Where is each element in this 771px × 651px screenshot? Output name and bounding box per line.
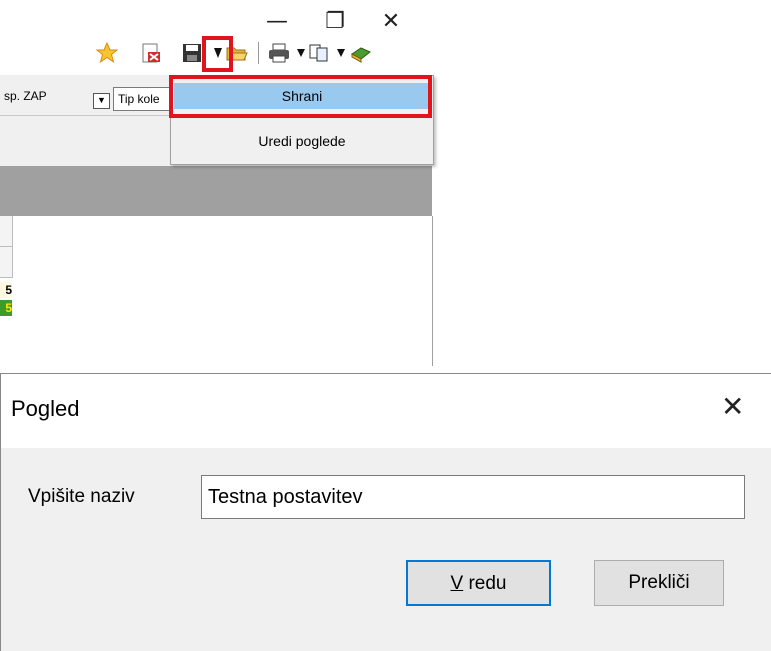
grid-value-highlighted: 5: [0, 300, 12, 316]
ok-mnemonic: V: [450, 573, 464, 594]
minimize-button[interactable]: —: [262, 10, 292, 34]
dialog-titlebar: Pogled ✕: [1, 374, 771, 448]
highlight-box-arrow: [202, 36, 233, 72]
save-icon[interactable]: [182, 42, 204, 64]
highlight-box-shrani: [169, 75, 432, 118]
grid-value: 5: [0, 282, 12, 298]
resp-label: sp. ZAP: [4, 89, 47, 103]
close-window-button[interactable]: ✕: [376, 10, 406, 34]
copy-icon[interactable]: [308, 42, 330, 64]
print-icon[interactable]: [268, 42, 290, 64]
data-grid: 5 5: [0, 216, 433, 366]
dialog-title: Pogled: [11, 396, 80, 421]
grid-cell: [0, 216, 13, 247]
name-input[interactable]: Testna postavitev: [201, 475, 745, 519]
pogled-dialog: Pogled ✕ Vpišite naziv Testna postavitev…: [0, 373, 771, 651]
close-icon[interactable]: ✕: [721, 392, 744, 422]
restore-button[interactable]: ❐: [320, 10, 350, 34]
cancel-button[interactable]: Prekliči: [594, 560, 724, 606]
grid-cell: [0, 247, 13, 278]
arrow-down-icon[interactable]: [330, 42, 352, 64]
ok-label: redu: [463, 573, 507, 594]
star-icon[interactable]: [96, 42, 118, 64]
toolbar-separator: [258, 42, 259, 64]
ok-button[interactable]: V redu: [406, 560, 551, 606]
group-header-bar: [0, 166, 432, 216]
dropdown-button[interactable]: ▼: [93, 93, 110, 109]
menu-item-uredi-poglede[interactable]: Uredi poglede: [174, 128, 430, 154]
name-label: Vpišite naziv: [28, 486, 135, 507]
book-icon[interactable]: [350, 42, 372, 64]
pdf-icon[interactable]: [140, 42, 162, 64]
